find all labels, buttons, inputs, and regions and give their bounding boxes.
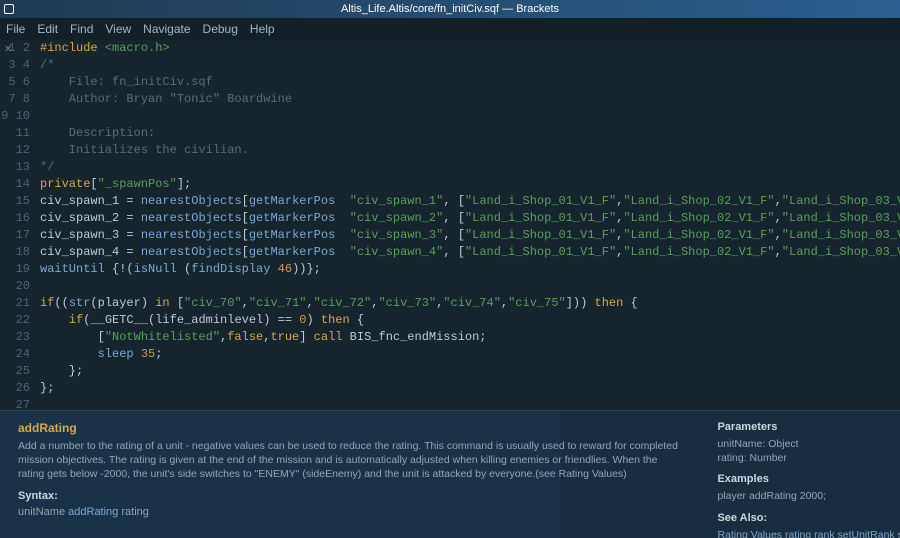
- example-1: player addRating 2000;: [717, 489, 900, 503]
- docs-left: addRating Add a number to the rating of …: [0, 411, 699, 538]
- docs-panel: ✕ addRating Add a number to the rating o…: [0, 410, 900, 538]
- menu-debug[interactable]: Debug: [203, 22, 238, 36]
- docs-title: addRating: [18, 421, 681, 435]
- syntax-text: unitName addRating rating: [18, 506, 681, 518]
- params-label: Parameters: [717, 421, 900, 433]
- param-1: unitName: Object: [717, 437, 900, 451]
- menu-view[interactable]: View: [105, 22, 131, 36]
- code-text[interactable]: #include <macro.h> /* File: fn_initCiv.s…: [40, 40, 900, 410]
- seealso-label: See Also:: [717, 512, 900, 524]
- code-area[interactable]: 1 2 3 4 5 6 7 8 9 10 11 12 13 14 15 16 1…: [0, 40, 900, 410]
- close-icon[interactable]: ✕: [4, 44, 12, 55]
- menu-help[interactable]: Help: [250, 22, 275, 36]
- window-title: Altis_Life.Altis/core/fn_initCiv.sqf — B…: [341, 3, 559, 15]
- menu-navigate[interactable]: Navigate: [143, 22, 190, 36]
- app-icon: [4, 4, 14, 14]
- menu-edit[interactable]: Edit: [37, 22, 58, 36]
- editor: 1 2 3 4 5 6 7 8 9 10 11 12 13 14 15 16 1…: [0, 40, 900, 538]
- syntax-label: Syntax:: [18, 490, 681, 502]
- docs-right: Parameters unitName: Object rating: Numb…: [699, 411, 900, 538]
- examples-label: Examples: [717, 473, 900, 485]
- title-bar: Altis_Life.Altis/core/fn_initCiv.sqf — B…: [0, 0, 900, 18]
- seealso-text: Rating Values rating rank setUnitRank si…: [717, 528, 900, 538]
- docs-desc: Add a number to the rating of a unit - n…: [18, 439, 681, 482]
- param-2: rating: Number: [717, 451, 900, 465]
- menu-find[interactable]: Find: [70, 22, 93, 36]
- gutter: 1 2 3 4 5 6 7 8 9 10 11 12 13 14 15 16 1…: [0, 40, 40, 410]
- menu-bar: File Edit Find View Navigate Debug Help: [0, 18, 900, 40]
- menu-file[interactable]: File: [6, 22, 25, 36]
